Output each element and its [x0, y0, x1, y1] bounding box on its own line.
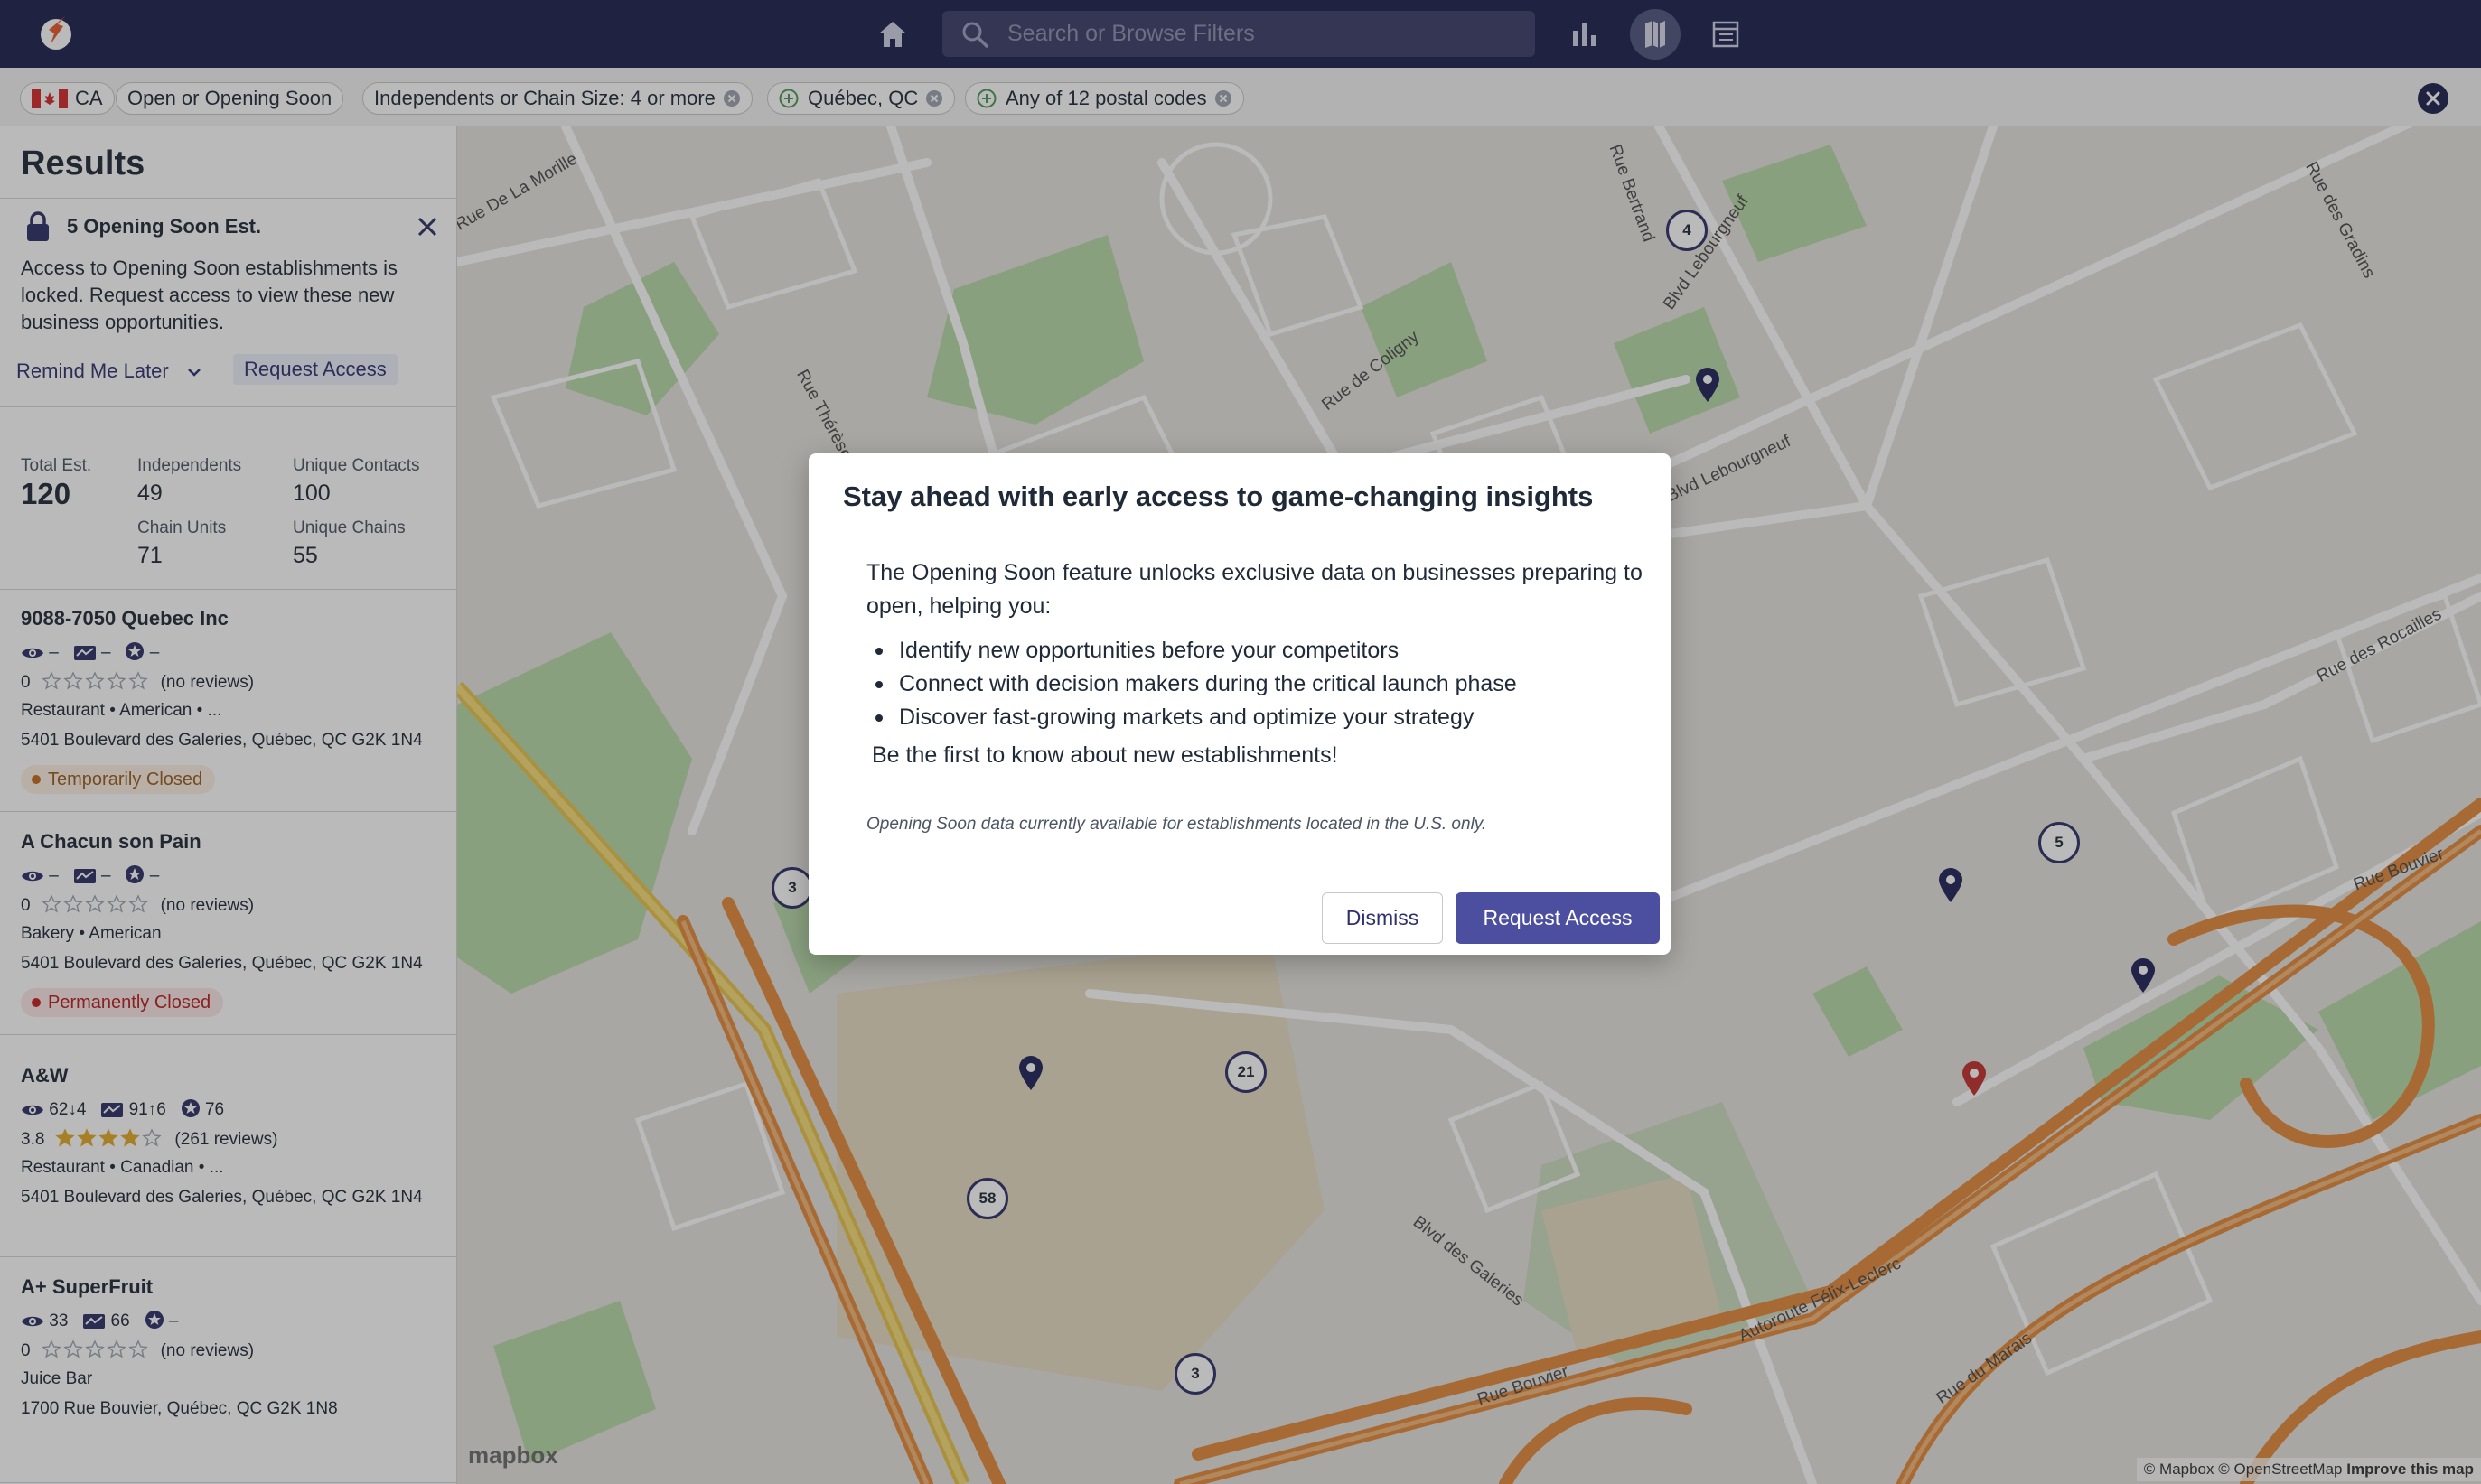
modal-benefit-item: Connect with decision makers during the … [866, 667, 1517, 701]
modal-benefit-item: Identify new opportunities before your c… [866, 634, 1517, 667]
modal-benefit-item: Discover fast-growing markets and optimi… [866, 701, 1517, 734]
modal-benefits-list: Identify new opportunities before your c… [866, 634, 1517, 734]
request-access-button[interactable]: Request Access [1456, 892, 1660, 944]
modal-intro: The Opening Soon feature unlocks exclusi… [866, 560, 1643, 619]
modal-note: Opening Soon data currently available fo… [866, 815, 1487, 834]
modal-title: Stay ahead with early access to game-cha… [843, 481, 1594, 512]
dismiss-button[interactable]: Dismiss [1322, 892, 1443, 944]
modal-cta-text: Be the first to know about new establish… [872, 742, 1338, 768]
opening-soon-modal: Stay ahead with early access to game-cha… [809, 453, 1671, 955]
